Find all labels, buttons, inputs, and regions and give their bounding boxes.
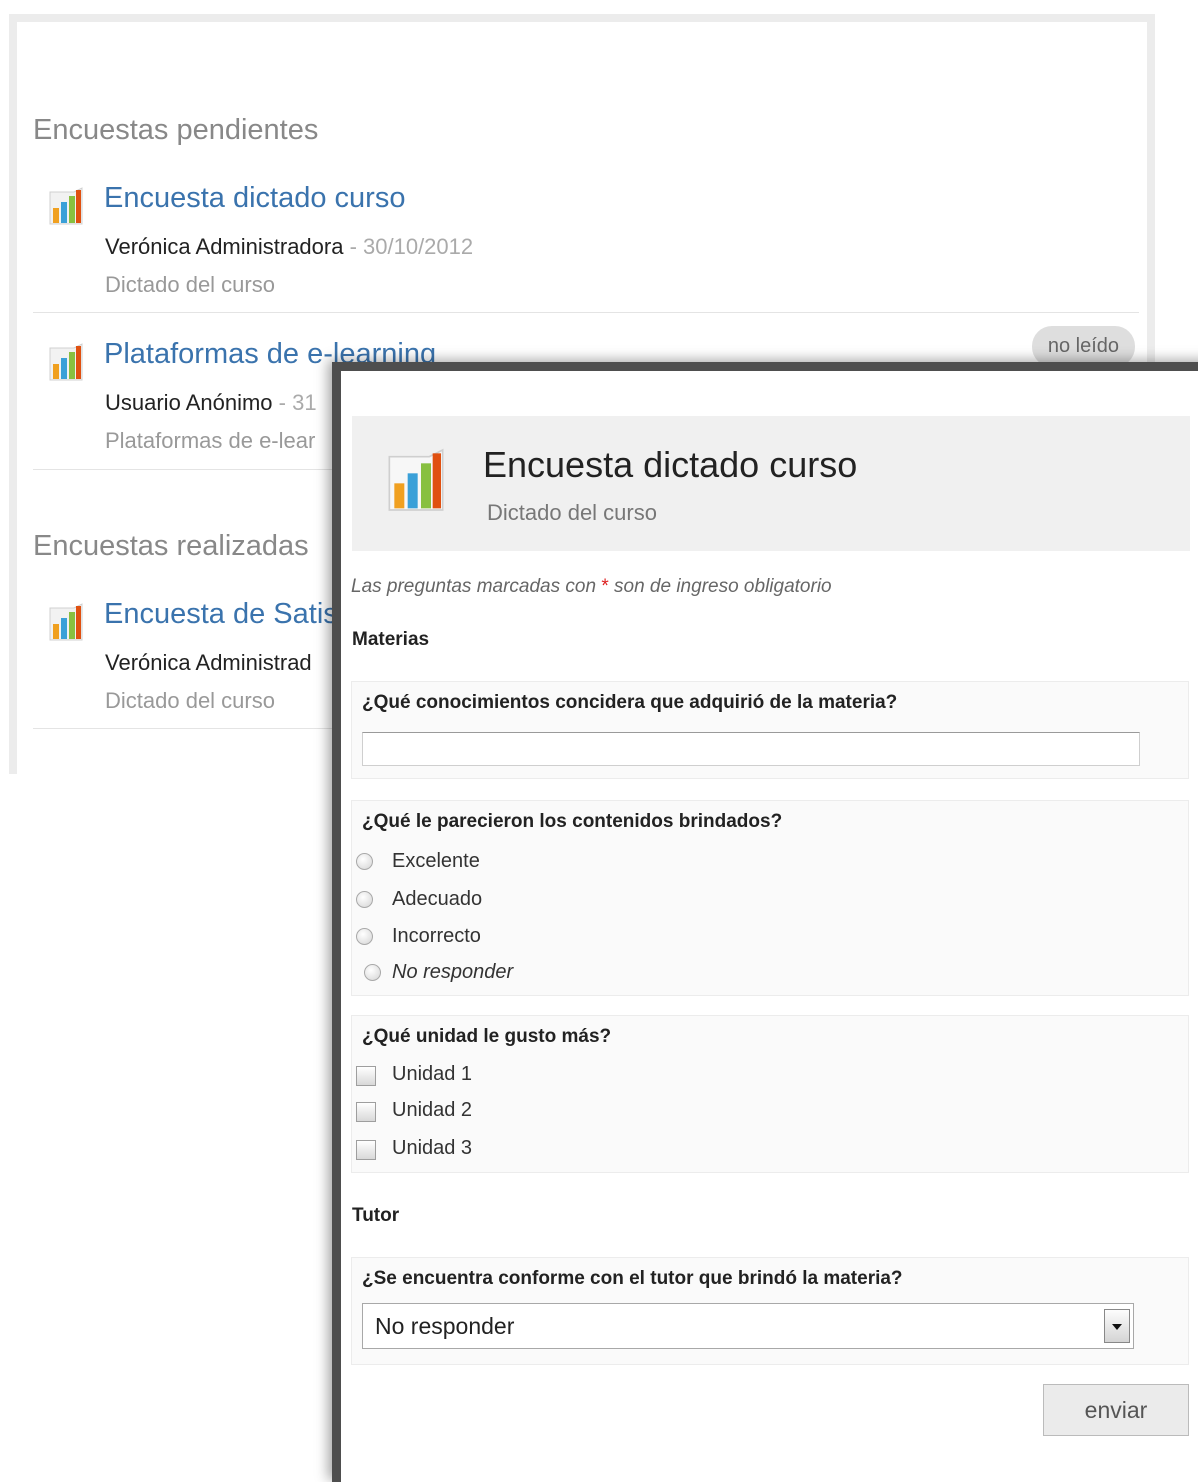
question-knowledge: ¿Qué conocimientos concidera que adquiri… xyxy=(351,681,1189,779)
survey-title-link[interactable]: Encuesta dictado curso xyxy=(104,182,405,215)
survey-form-window: Encuesta dictado curso Dictado del curso… xyxy=(332,362,1198,1482)
checkbox-option-label: Unidad 3 xyxy=(392,1137,473,1159)
unread-badge: no leído xyxy=(1031,326,1135,367)
required-note-before: Las preguntas marcadas con xyxy=(351,576,597,597)
tutor-select[interactable]: No responder xyxy=(362,1303,1134,1349)
survey-item[interactable]: Encuesta dictado curso Verónica Administ… xyxy=(33,182,1139,313)
question-label: ¿Se encuentra conforme con el tutor que … xyxy=(362,1268,903,1289)
checkbox-option-label: Unidad 2 xyxy=(392,1099,473,1121)
survey-author-name: Verónica Administradora xyxy=(105,234,344,259)
chevron-down-icon[interactable] xyxy=(1104,1309,1130,1343)
survey-author: Verónica Administrad xyxy=(105,650,312,675)
checkbox-option-label: Unidad 1 xyxy=(392,1063,473,1085)
radio-option-label: Incorrecto xyxy=(392,925,481,947)
bar-chart-icon xyxy=(388,448,444,511)
question-label: ¿Qué conocimientos concidera que adquiri… xyxy=(362,692,898,713)
radio-option-label: Excelente xyxy=(392,850,480,872)
checkbox[interactable] xyxy=(356,1140,376,1160)
radio-button[interactable] xyxy=(356,853,373,870)
knowledge-input[interactable] xyxy=(362,732,1140,766)
survey-date: - 31 xyxy=(272,390,317,415)
survey-author: Verónica Administradora - 30/10/2012 xyxy=(105,234,473,260)
bar-chart-icon xyxy=(49,187,83,225)
form-title: Encuesta dictado curso xyxy=(483,444,858,485)
survey-author-name: Usuario Anónimo xyxy=(105,390,273,415)
checkbox[interactable] xyxy=(356,1102,376,1122)
survey-title-link[interactable]: Encuesta de Satis xyxy=(104,598,338,631)
group-title-materias: Materias xyxy=(352,629,430,650)
radio-button[interactable] xyxy=(364,964,381,981)
required-star: * xyxy=(601,576,609,597)
survey-description: Dictado del curso xyxy=(105,688,275,713)
radio-button[interactable] xyxy=(356,891,373,908)
question-tutor: ¿Se encuentra conforme con el tutor que … xyxy=(351,1257,1189,1365)
bar-chart-icon xyxy=(49,343,83,381)
form-subtitle: Dictado del curso xyxy=(487,500,657,525)
survey-author: Usuario Anónimo - 31 xyxy=(105,390,317,416)
group-title-tutor: Tutor xyxy=(352,1205,400,1226)
required-note-after: son de ingreso obligatorio xyxy=(614,576,832,597)
radio-option-label: Adecuado xyxy=(392,888,483,910)
submit-button[interactable]: enviar xyxy=(1043,1384,1189,1436)
question-contents: ¿Qué le parecieron los contenidos brinda… xyxy=(351,800,1189,996)
question-label: ¿Qué unidad le gusto más? xyxy=(362,1026,612,1047)
question-unit: ¿Qué unidad le gusto más? Unidad 1 Unida… xyxy=(351,1015,1189,1173)
completed-surveys-heading: Encuestas realizadas xyxy=(33,530,309,562)
bar-chart-icon xyxy=(49,603,83,641)
form-header: Encuesta dictado curso Dictado del curso xyxy=(352,416,1190,551)
radio-button[interactable] xyxy=(356,928,373,945)
survey-description: Dictado del curso xyxy=(105,272,275,297)
required-note: Las preguntas marcadas con * son de ingr… xyxy=(351,576,832,598)
pending-surveys-heading: Encuestas pendientes xyxy=(33,114,319,146)
radio-option-label: No responder xyxy=(392,961,514,983)
checkbox[interactable] xyxy=(356,1066,376,1086)
survey-description: Plataformas de e-lear xyxy=(105,428,316,453)
select-value: No responder xyxy=(375,1313,515,1339)
question-label: ¿Qué le parecieron los contenidos brinda… xyxy=(362,811,783,832)
survey-date: - 30/10/2012 xyxy=(343,234,474,259)
